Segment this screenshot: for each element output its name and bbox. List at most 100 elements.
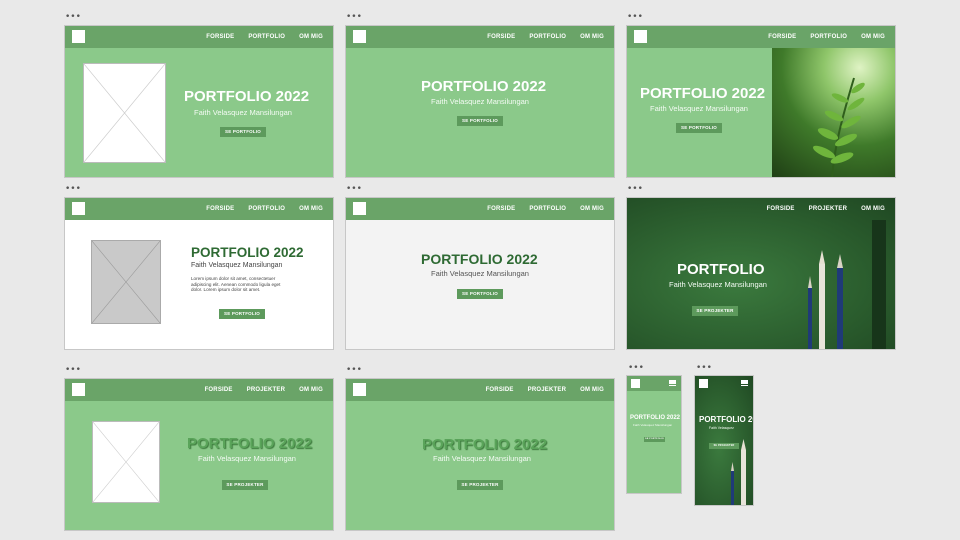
- logo[interactable]: [353, 383, 366, 396]
- nav-links: FORSIDE PROJEKTER OM MIG: [486, 379, 604, 401]
- see-portfolio-button[interactable]: SE PORTFOLIO: [676, 123, 722, 133]
- nav-about[interactable]: OM MIG: [580, 387, 604, 393]
- nav-links: FORSIDE PORTFOLIO OM MIG: [206, 198, 323, 220]
- nav-about[interactable]: OM MIG: [580, 34, 604, 40]
- see-projects-button[interactable]: SE PROJEKTER: [692, 306, 738, 316]
- logo[interactable]: [353, 202, 366, 215]
- nav-about[interactable]: OM MIG: [861, 34, 885, 40]
- nav-portfolio[interactable]: PORTFOLIO: [248, 206, 285, 212]
- hero-subtitle: Faith Velasquez Mansilungan: [198, 454, 296, 463]
- nav-projects[interactable]: PROJEKTER: [809, 206, 847, 212]
- image-placeholder-icon: [83, 63, 166, 163]
- mockup-6: FORSIDE PROJEKTER OM MIG PORTFOLIO Faith…: [626, 197, 896, 350]
- navbar: FORSIDE PROJEKTER OM MIG: [627, 198, 895, 220]
- nav-projects[interactable]: PROJEKTER: [247, 387, 285, 393]
- window-dots-icon: •••: [627, 184, 643, 194]
- see-projects-button[interactable]: SE PROJEKTER: [457, 480, 503, 490]
- nav-about[interactable]: OM MIG: [861, 206, 885, 212]
- logo[interactable]: [353, 30, 366, 43]
- nav-links: FORSIDE PORTFOLIO OM MIG: [206, 26, 323, 48]
- nav-about[interactable]: OM MIG: [299, 34, 323, 40]
- chalkboard-photo: [695, 376, 753, 505]
- image-placeholder-icon: [91, 240, 161, 324]
- nav-about[interactable]: OM MIG: [299, 387, 323, 393]
- hero-title: PORTFOLIO 2022: [187, 435, 313, 452]
- mockup-5: FORSIDE PORTFOLIO OM MIG PORTFOLIO 2022 …: [345, 197, 615, 350]
- mockup-4: FORSIDE PORTFOLIO OM MIG PORTFOLIO 2022 …: [64, 197, 334, 350]
- hero-title: PORTFOLIO 2022: [421, 251, 538, 267]
- window-dots-icon: •••: [627, 12, 643, 22]
- image-placeholder-icon: [92, 421, 160, 503]
- hero-subtitle: Faith Velasquez Mansilungan: [194, 108, 292, 117]
- hero-title: PORTFOLIO 2022: [422, 436, 548, 453]
- hamburger-menu-icon[interactable]: [669, 380, 676, 386]
- logo[interactable]: [72, 383, 85, 396]
- see-portfolio-button[interactable]: SE PORTFOLIO: [220, 127, 266, 137]
- hero-subtitle: Faith Velasquez Mansilungan: [191, 262, 283, 269]
- navbar: FORSIDE PORTFOLIO OM MIG: [65, 198, 333, 220]
- mockup-7: FORSIDE PROJEKTER OM MIG PORTFOLIO 2022 …: [64, 378, 334, 531]
- window-dots-icon: •••: [346, 12, 362, 22]
- hero-title: PORTFOLIO 2022: [630, 415, 681, 421]
- see-projects-button[interactable]: SE PROJEKTER: [709, 443, 739, 449]
- body-text: Lorem ipsum dolor sit amet, consectetuer…: [191, 276, 281, 293]
- see-portfolio-button[interactable]: SE PORTFOLIO: [457, 116, 503, 126]
- logo[interactable]: [634, 30, 647, 43]
- hero-title: PORTFOLIO 2022: [421, 78, 547, 95]
- hero-subtitle: Faith Velasquez: [709, 426, 734, 430]
- nav-home[interactable]: FORSIDE: [768, 34, 796, 40]
- nav-links: FORSIDE PROJEKTER OM MIG: [205, 379, 323, 401]
- logo[interactable]: [72, 202, 85, 215]
- window-dots-icon: •••: [65, 365, 81, 375]
- hamburger-menu-icon[interactable]: [741, 380, 748, 386]
- see-portfolio-button[interactable]: SE PORTFOLIO: [457, 289, 503, 299]
- navbar: [695, 376, 753, 391]
- logo[interactable]: [72, 30, 85, 43]
- nav-links: FORSIDE PORTFOLIO OM MIG: [487, 198, 604, 220]
- nav-links: FORSIDE PORTFOLIO OM MIG: [768, 26, 885, 48]
- navbar: FORSIDE PROJEKTER OM MIG: [65, 379, 333, 401]
- hero-subtitle: Faith Velasquez Mansilungan: [650, 104, 748, 113]
- see-projects-button[interactable]: SE PROJEKTER: [222, 480, 268, 490]
- nav-portfolio[interactable]: PORTFOLIO: [529, 34, 566, 40]
- window-dots-icon: •••: [628, 363, 644, 373]
- navbar: [627, 376, 681, 391]
- nav-portfolio[interactable]: PORTFOLIO: [248, 34, 285, 40]
- hero-subtitle: Faith Velasquez Mansilungan: [633, 423, 673, 427]
- hero-title: PORTFOLIO 2022: [184, 88, 310, 105]
- navbar: FORSIDE PROJEKTER OM MIG: [346, 379, 614, 401]
- nav-projects[interactable]: PROJEKTER: [528, 387, 566, 393]
- logo[interactable]: [699, 379, 708, 388]
- hero-subtitle: Faith Velasquez Mansilungan: [669, 280, 767, 289]
- hero-title: PORTFOLIO: [677, 261, 765, 278]
- hero-title: PORTFOLIO 2022: [640, 85, 766, 102]
- nav-home[interactable]: FORSIDE: [206, 206, 234, 212]
- navbar: FORSIDE PORTFOLIO OM MIG: [65, 26, 333, 48]
- fern-photo: [772, 48, 895, 177]
- mockup-3: FORSIDE PORTFOLIO OM MIG PORTFOLIO 2022 …: [626, 25, 896, 178]
- nav-home[interactable]: FORSIDE: [206, 34, 234, 40]
- nav-home[interactable]: FORSIDE: [486, 387, 514, 393]
- window-dots-icon: •••: [696, 363, 712, 373]
- nav-links: FORSIDE PORTFOLIO OM MIG: [487, 26, 604, 48]
- hero-subtitle: Faith Velasquez Mansilungan: [433, 454, 531, 463]
- hero-title: PORTFOLIO 2022: [699, 415, 753, 424]
- nav-about[interactable]: OM MIG: [299, 206, 323, 212]
- navbar: FORSIDE PORTFOLIO OM MIG: [346, 198, 614, 220]
- nav-home[interactable]: FORSIDE: [487, 34, 515, 40]
- mobile-mockup-2: PORTFOLIO 2022 Faith Velasquez SE PROJEK…: [694, 375, 754, 506]
- nav-home[interactable]: FORSIDE: [487, 206, 515, 212]
- logo[interactable]: [631, 379, 640, 388]
- nav-home[interactable]: FORSIDE: [767, 206, 795, 212]
- see-portfolio-button[interactable]: SE PORTFOLIO: [644, 437, 665, 442]
- window-dots-icon: •••: [346, 365, 362, 375]
- nav-about[interactable]: OM MIG: [580, 206, 604, 212]
- mockup-2: FORSIDE PORTFOLIO OM MIG PORTFOLIO 2022 …: [345, 25, 615, 178]
- window-dots-icon: •••: [346, 184, 362, 194]
- nav-links: FORSIDE PROJEKTER OM MIG: [767, 198, 885, 220]
- hero-subtitle: Faith Velasquez Mansilungan: [431, 97, 529, 106]
- nav-home[interactable]: FORSIDE: [205, 387, 233, 393]
- nav-portfolio[interactable]: PORTFOLIO: [810, 34, 847, 40]
- nav-portfolio[interactable]: PORTFOLIO: [529, 206, 566, 212]
- see-portfolio-button[interactable]: SE PORTFOLIO: [219, 309, 265, 319]
